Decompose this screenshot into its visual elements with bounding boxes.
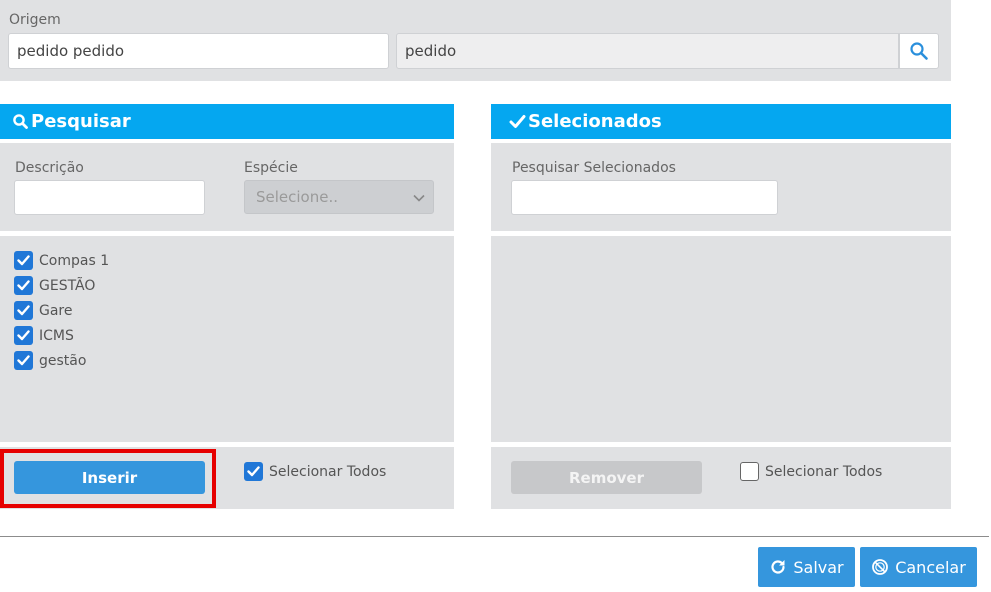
checkbox-checked[interactable] bbox=[14, 301, 33, 320]
salvar-button[interactable]: Salvar bbox=[758, 547, 855, 587]
selecionar-todos-label: Selecionar Todos bbox=[269, 463, 387, 480]
divider bbox=[0, 536, 989, 537]
descricao-input[interactable] bbox=[14, 180, 205, 215]
checkbox-checked[interactable] bbox=[244, 462, 263, 481]
results-items: Compas 1 GESTÃO Gare ICMS gestão bbox=[14, 248, 109, 373]
checkbox-checked[interactable] bbox=[14, 276, 33, 295]
pesquisar-header: Pesquisar bbox=[0, 104, 454, 139]
list-item[interactable]: Compas 1 bbox=[14, 248, 109, 273]
list-item[interactable]: gestão bbox=[14, 348, 109, 373]
selecionar-todos-left[interactable]: Selecionar Todos bbox=[244, 459, 386, 484]
checkbox-unchecked[interactable] bbox=[740, 462, 759, 481]
chevron-down-icon bbox=[413, 194, 425, 202]
especie-select[interactable]: Selecione.. bbox=[244, 180, 434, 214]
origem-code-input[interactable]: pedido pedido bbox=[8, 33, 389, 69]
selecionados-list bbox=[491, 236, 951, 442]
check-icon bbox=[17, 330, 30, 341]
pesquisar-selecionados-input[interactable] bbox=[511, 180, 778, 215]
list-item[interactable]: ICMS bbox=[14, 323, 109, 348]
check-icon bbox=[17, 305, 30, 316]
pesquisar-title: Pesquisar bbox=[31, 111, 131, 132]
selecionados-header: Selecionados bbox=[491, 104, 951, 139]
list-item[interactable]: Gare bbox=[14, 298, 109, 323]
checkbox-checked[interactable] bbox=[14, 326, 33, 345]
check-icon bbox=[17, 355, 30, 366]
inserir-button[interactable]: Inserir bbox=[14, 461, 205, 494]
list-item-label: ICMS bbox=[39, 327, 74, 344]
checkbox-checked[interactable] bbox=[14, 351, 33, 370]
list-item-label: GESTÃO bbox=[39, 277, 96, 294]
selecionar-todos-right[interactable]: Selecionar Todos bbox=[740, 459, 882, 484]
origem-search-button[interactable] bbox=[899, 33, 939, 69]
salvar-label: Salvar bbox=[793, 557, 844, 577]
pesquisar-selecionados-label: Pesquisar Selecionados bbox=[512, 160, 676, 176]
especie-label: Espécie bbox=[244, 160, 298, 176]
selecionar-todos-label: Selecionar Todos bbox=[765, 463, 883, 480]
search-icon bbox=[910, 42, 928, 60]
descricao-label: Descrição bbox=[15, 160, 84, 176]
cancelar-button[interactable]: Cancelar bbox=[860, 547, 977, 587]
list-item-label: Compas 1 bbox=[39, 252, 110, 269]
selecionados-title: Selecionados bbox=[528, 111, 662, 132]
cancelar-label: Cancelar bbox=[895, 557, 966, 577]
list-item-label: Gare bbox=[39, 302, 73, 319]
especie-selected-value: Selecione.. bbox=[256, 188, 339, 206]
remover-button[interactable]: Remover bbox=[511, 461, 702, 494]
check-icon bbox=[17, 280, 30, 291]
list-item-label: gestão bbox=[39, 352, 87, 369]
check-icon bbox=[509, 115, 526, 128]
checkbox-checked[interactable] bbox=[14, 251, 33, 270]
origem-label: Origem bbox=[9, 12, 61, 28]
ban-icon bbox=[872, 559, 889, 575]
list-item[interactable]: GESTÃO bbox=[14, 273, 109, 298]
check-icon bbox=[17, 255, 30, 266]
search-icon bbox=[13, 114, 28, 129]
check-icon bbox=[247, 466, 260, 477]
refresh-icon bbox=[771, 560, 785, 574]
origem-name-input[interactable]: pedido bbox=[396, 33, 899, 69]
